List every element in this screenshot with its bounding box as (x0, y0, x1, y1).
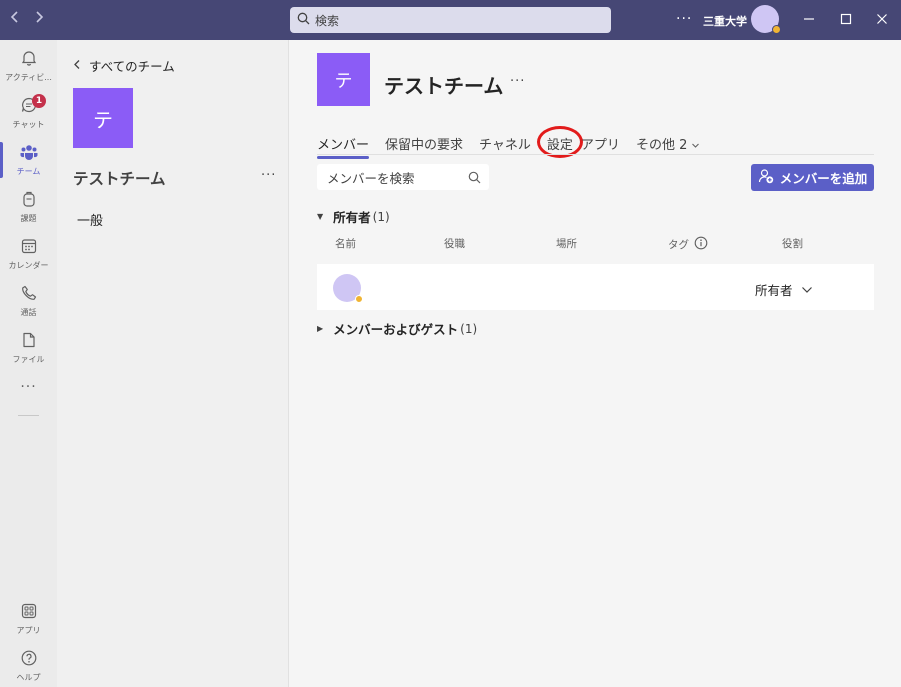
column-header-tags-label: タグ (668, 239, 689, 251)
assignments-icon (20, 190, 38, 211)
rail-label: アクティビ... (5, 73, 52, 82)
section-title: メンバーおよびゲスト (333, 322, 459, 337)
table-row[interactable]: 所有者 (317, 264, 874, 310)
rail-item-calendar[interactable]: カレンダー (0, 232, 57, 276)
add-member-button[interactable]: メンバーを追加 (751, 164, 874, 191)
tab-settings[interactable]: 設定 (536, 126, 583, 158)
section-title: 所有者 (333, 210, 371, 225)
column-header-location: 場所 (556, 238, 577, 250)
tab-pending-requests[interactable]: 保留中の要求 (385, 134, 463, 154)
chevron-down-icon (691, 138, 700, 153)
column-header-tags: タグ (668, 236, 708, 253)
all-teams-back-link[interactable]: すべてのチーム (73, 56, 175, 75)
global-search-box[interactable]: 検索 (290, 7, 611, 33)
role-dropdown[interactable]: 所有者 (755, 280, 813, 299)
title-more-options-button[interactable]: ··· (510, 74, 525, 89)
phone-icon (20, 284, 38, 305)
channel-item-general[interactable]: 一般 (77, 210, 103, 229)
section-count: (1) (460, 321, 478, 336)
caret-down-icon: ▼ (317, 212, 324, 221)
rail-item-help[interactable]: ヘルプ (0, 644, 57, 687)
team-avatar: テ (73, 88, 133, 148)
app-rail: アクティビ... 1 チャット チーム 課題 カレンダー 通話 ファイル ···… (0, 40, 57, 687)
rail-label: アプリ (16, 626, 41, 635)
search-icon (297, 12, 315, 28)
member-avatar[interactable] (333, 274, 363, 303)
chevron-down-icon (801, 282, 813, 297)
page-title: テストチーム (384, 74, 504, 98)
rail-label: ヘルプ (16, 673, 41, 682)
rail-label: チーム (16, 167, 41, 176)
team-name: テストチーム (73, 170, 166, 188)
tab-apps[interactable]: アプリ (581, 134, 620, 154)
rail-item-teams[interactable]: チーム (0, 138, 57, 182)
chevron-left-icon (73, 58, 81, 73)
presence-away-icon (772, 25, 781, 34)
help-icon (20, 649, 38, 670)
team-members-page: テ テストチーム ··· メンバー 保留中の要求 チャネル 設定 アプリ その他… (290, 40, 901, 687)
member-search-input[interactable]: メンバーを検索 (317, 164, 489, 190)
profile-avatar[interactable] (751, 5, 781, 34)
bell-icon (20, 49, 38, 70)
back-arrow-icon[interactable] (10, 10, 20, 28)
rail-divider (18, 415, 39, 416)
column-header-name: 名前 (335, 238, 356, 250)
tab-more[interactable]: その他 2 (636, 134, 701, 154)
rail-item-assignments[interactable]: 課題 (0, 185, 57, 229)
team-side-panel: すべてのチーム テ テストチーム ··· 一般 (57, 40, 289, 687)
rail-label: 通話 (20, 308, 37, 317)
search-placeholder: 検索 (315, 13, 340, 28)
minimize-icon[interactable] (801, 11, 817, 27)
rail-more-apps[interactable]: ··· (0, 374, 57, 418)
history-nav (10, 10, 44, 28)
maximize-icon[interactable] (838, 11, 854, 27)
add-person-icon (758, 168, 774, 187)
rail-label: 課題 (20, 214, 37, 223)
role-value: 所有者 (755, 283, 793, 298)
info-icon[interactable] (694, 236, 708, 253)
back-label: すべてのチーム (89, 59, 175, 74)
member-search-placeholder: メンバーを検索 (327, 170, 415, 186)
owners-section-header[interactable]: ▼ 所有者 (1) (317, 207, 390, 226)
team-more-options-button[interactable]: ··· (261, 168, 276, 183)
tab-more-label: その他 2 (635, 138, 688, 153)
rail-label: チャット (12, 120, 45, 129)
rail-item-chat[interactable]: 1 チャット (0, 91, 57, 135)
tab-bar: メンバー 保留中の要求 チャネル 設定 アプリ その他 2 (317, 126, 716, 159)
column-header-title: 役職 (444, 238, 465, 250)
tab-channels[interactable]: チャネル (479, 134, 531, 154)
section-count: (1) (372, 209, 390, 224)
tab-divider (317, 154, 874, 155)
rail-item-apps[interactable]: アプリ (0, 597, 57, 641)
close-icon[interactable] (874, 11, 890, 27)
title-bar: 検索 ··· 三重大学 (0, 0, 901, 40)
members-guests-section-header[interactable]: ▶ メンバーおよびゲスト (1) (317, 319, 477, 338)
add-member-label: メンバーを追加 (779, 171, 868, 186)
rail-item-files[interactable]: ファイル (0, 326, 57, 370)
apps-icon (20, 602, 38, 623)
presence-away-icon (355, 295, 363, 303)
rail-label: ファイル (12, 355, 45, 364)
organization-name[interactable]: 三重大学 (703, 13, 747, 29)
rail-item-activity[interactable]: アクティビ... (0, 44, 57, 88)
caret-right-icon: ▶ (317, 324, 324, 333)
rail-label: カレンダー (8, 261, 49, 270)
calendar-icon (20, 237, 38, 258)
forward-arrow-icon[interactable] (34, 10, 44, 28)
rail-item-calls[interactable]: 通話 (0, 279, 57, 323)
tab-members[interactable]: メンバー (317, 134, 370, 159)
file-icon (20, 331, 38, 352)
column-header-role: 役割 (782, 238, 803, 250)
unread-badge: 1 (32, 94, 46, 108)
team-avatar-large: テ (317, 53, 370, 106)
teams-icon (19, 143, 39, 164)
settings-more-button[interactable]: ··· (676, 11, 692, 27)
